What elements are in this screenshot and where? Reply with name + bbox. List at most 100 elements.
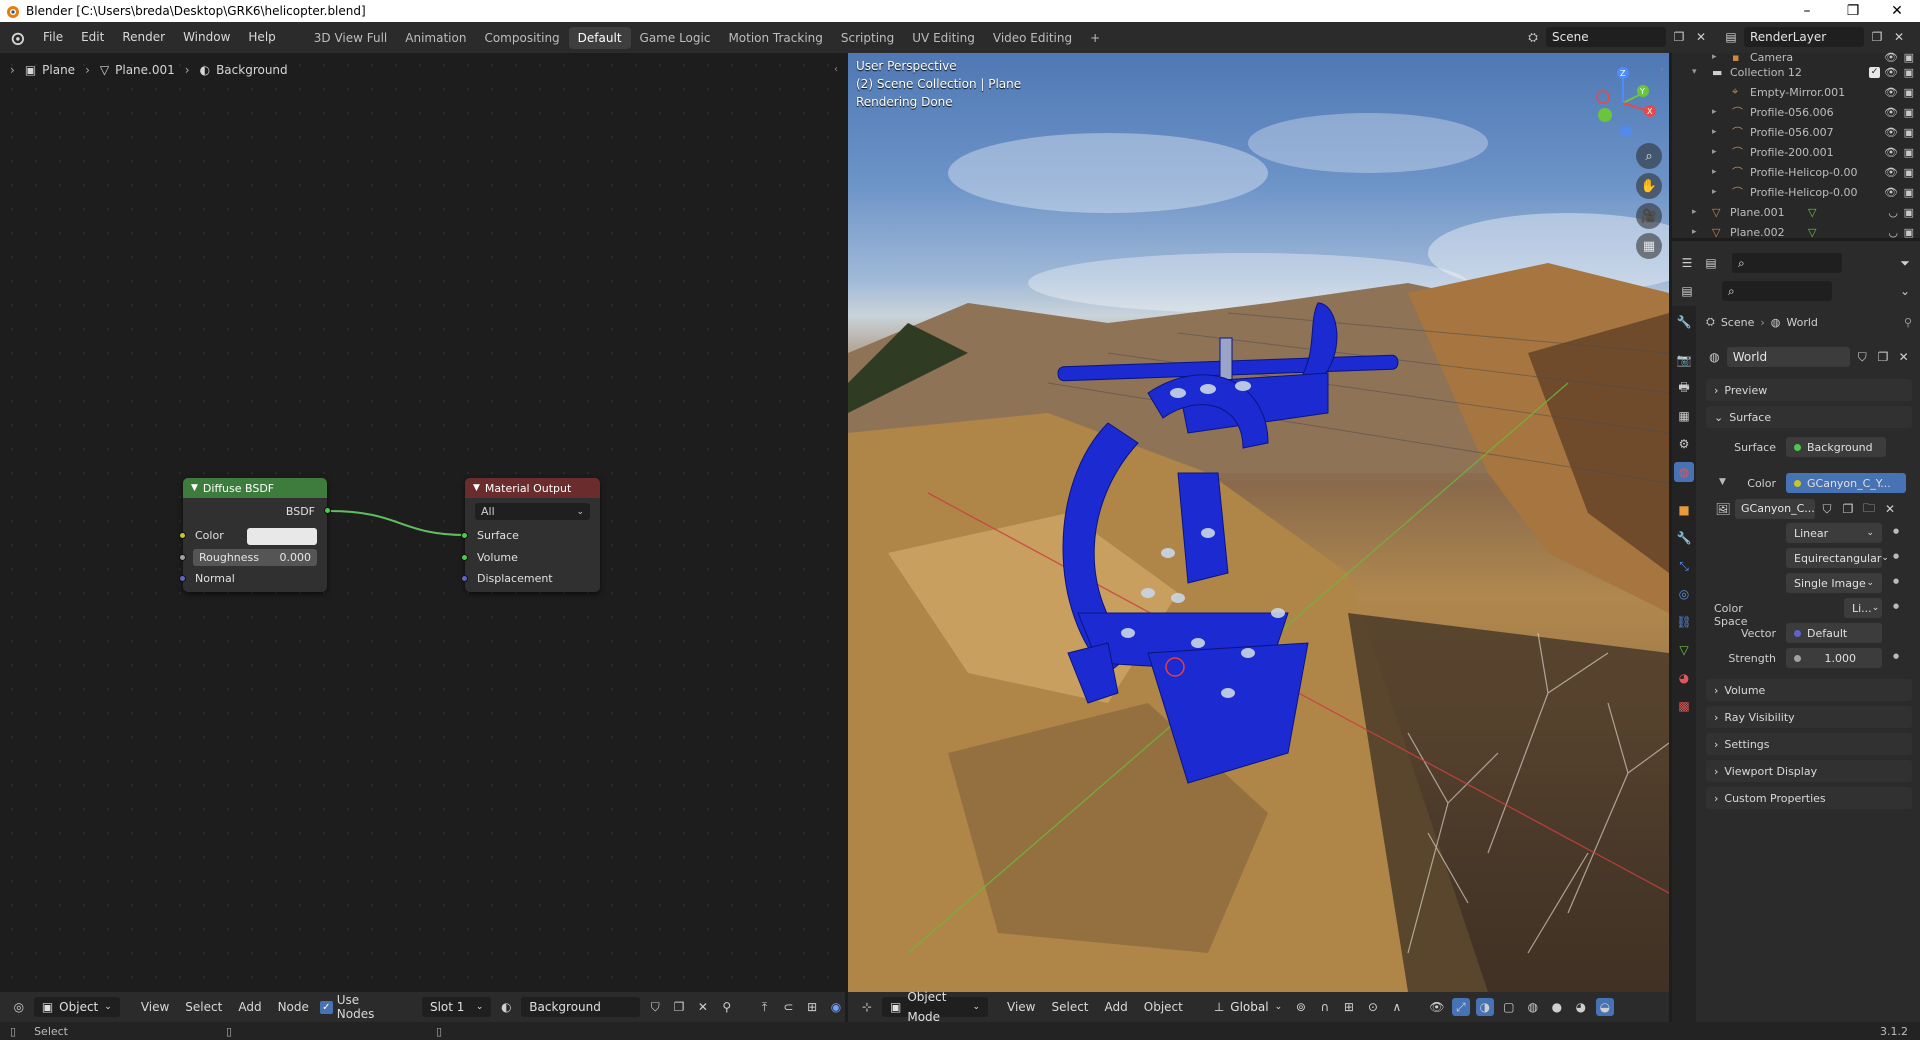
- visibility-icon[interactable]: 👁: [1428, 998, 1446, 1016]
- delete-scene-icon[interactable]: ✕: [1692, 28, 1710, 46]
- viewport-menu-object[interactable]: Object: [1139, 1000, 1188, 1014]
- scene-tab-icon[interactable]: ⚙: [1674, 434, 1694, 454]
- chevron-down-icon[interactable]: ⌄: [1896, 282, 1914, 300]
- panel-preview[interactable]: › Preview: [1706, 379, 1912, 401]
- panel-volume[interactable]: › Volume: [1706, 679, 1912, 701]
- display-mode-icon[interactable]: ▤: [1702, 254, 1720, 272]
- panel-custom-properties[interactable]: › Custom Properties: [1706, 787, 1912, 809]
- view-layer-tab-icon[interactable]: ▦: [1674, 406, 1694, 426]
- shading-rendered-icon[interactable]: ◒: [1595, 998, 1614, 1016]
- shader-node-editor[interactable]: [0, 53, 845, 992]
- node-menu-view[interactable]: View: [136, 1000, 174, 1014]
- interaction-mode-dropdown[interactable]: ▣ Object Mode ⌄: [882, 990, 988, 1024]
- pin-icon[interactable]: ⚲: [1904, 316, 1912, 329]
- node-menu-node[interactable]: Node: [273, 1000, 314, 1014]
- overlays-toggle-icon[interactable]: ◑: [1475, 998, 1494, 1016]
- camera-view-icon[interactable]: 🎥: [1636, 203, 1662, 229]
- transform-orientation-dropdown[interactable]: ⊥ Global ⌄: [1206, 997, 1286, 1017]
- outliner-row-profile-helicop-1[interactable]: ▸ ⌒ Profile-Helicop-0.00 👁 ▣: [1672, 162, 1920, 182]
- snap-icon[interactable]: ⊂: [779, 998, 797, 1016]
- new-image-icon[interactable]: ❐: [1839, 500, 1857, 518]
- material-name-field[interactable]: Background: [521, 997, 641, 1017]
- tool-tab-icon[interactable]: 🔧: [1674, 312, 1694, 332]
- output-target-dropdown[interactable]: All ⌄: [475, 503, 590, 520]
- use-nodes-toggle[interactable]: ✓ Use Nodes: [319, 993, 400, 1021]
- menu-window[interactable]: Window: [174, 22, 239, 53]
- scene-selector[interactable]: Scene: [1546, 27, 1666, 47]
- ortho-grid-icon[interactable]: ▦: [1636, 233, 1662, 259]
- outliner[interactable]: ▸ ▪ Camera 👁 ▣ ▾ ▬ Collection 12 ✓ 👁 ▣ ⌖ E…: [1672, 51, 1920, 239]
- panel-surface[interactable]: ⌄ Surface: [1706, 406, 1912, 428]
- minimize-button[interactable]: –: [1784, 0, 1830, 22]
- object-tab-icon[interactable]: ■: [1674, 500, 1694, 520]
- color-space-dropdown[interactable]: Li... ⌄: [1844, 598, 1882, 618]
- xray-toggle-icon[interactable]: ▢: [1500, 998, 1518, 1016]
- texture-tab-icon[interactable]: ▩: [1674, 696, 1694, 716]
- outliner-row-profile-200-001[interactable]: ▸ ⌒ Profile-200.001 👁 ▣: [1672, 142, 1920, 162]
- collapse-tool-panel-icon[interactable]: ›: [1660, 64, 1664, 75]
- diffuse-bsdf-node[interactable]: ▼ Diffuse BSDF BSDF Color Roughness 0.00…: [179, 478, 331, 592]
- projection-dropdown[interactable]: Equirectangular ⌄: [1786, 548, 1889, 568]
- world-name-field[interactable]: World: [1726, 347, 1850, 367]
- menu-render[interactable]: Render: [113, 22, 174, 53]
- collection-exclude-checkbox[interactable]: ✓: [1869, 66, 1880, 78]
- workspace-tab-3d-view-full[interactable]: 3D View Full: [305, 27, 397, 49]
- normal-input-socket[interactable]: [179, 575, 186, 582]
- pin-icon[interactable]: ⚲: [718, 998, 736, 1016]
- workspace-tab-scripting[interactable]: Scripting: [832, 27, 903, 49]
- parent-node-tree-icon[interactable]: ⤒: [756, 998, 774, 1016]
- constraints-tab-icon[interactable]: ⛓: [1674, 612, 1694, 632]
- falloff-icon[interactable]: ∧: [1388, 998, 1406, 1016]
- particles-tab-icon[interactable]: ⤡: [1674, 556, 1694, 576]
- color-input-socket[interactable]: [179, 532, 186, 539]
- collapse-node-icon[interactable]: ▼: [473, 483, 480, 493]
- vector-field[interactable]: Default: [1786, 623, 1882, 643]
- workspace-tab-game-logic[interactable]: Game Logic: [631, 27, 720, 49]
- color-link-field[interactable]: GCanyon_C_Y...: [1786, 473, 1906, 493]
- delete-renderlayer-icon[interactable]: ✕: [1890, 28, 1908, 46]
- outliner-row-collection-12[interactable]: ▾ ▬ Collection 12 ✓ 👁 ▣: [1672, 62, 1920, 82]
- navigation-gizmo[interactable]: Z Y X: [1588, 63, 1658, 143]
- node-wrangler-icon[interactable]: ◉: [827, 998, 845, 1016]
- workspace-tab-animation[interactable]: Animation: [396, 27, 475, 49]
- node-menu-select[interactable]: Select: [180, 1000, 227, 1014]
- properties-search-field[interactable]: ⌕: [1722, 281, 1832, 301]
- workspace-tab-compositing[interactable]: Compositing: [475, 27, 568, 49]
- add-workspace-button[interactable]: +: [1081, 27, 1109, 49]
- image-browse-icon[interactable]: 🖼: [1714, 500, 1732, 518]
- world-browse-icon[interactable]: ◍: [1706, 348, 1723, 366]
- surface-shader-field[interactable]: Background: [1786, 437, 1886, 457]
- shading-wireframe-icon[interactable]: ◍: [1524, 998, 1542, 1016]
- collapse-sidebar-icon[interactable]: ‹: [834, 64, 838, 75]
- outliner-row-profile-056-006[interactable]: ▸ ⌒ Profile-056.006 👁 ▣: [1672, 102, 1920, 122]
- outliner-row-profile-helicop-2[interactable]: ▸ ⌒ Profile-Helicop-0.00 👁 ▣: [1672, 182, 1920, 202]
- breadcrumb-material[interactable]: ◐ Background: [200, 63, 288, 77]
- roughness-input-socket[interactable]: [179, 554, 186, 561]
- image-source-dropdown[interactable]: Single Image ⌄: [1786, 573, 1882, 593]
- material-browse-icon[interactable]: ◐: [497, 998, 515, 1016]
- renderlayer-selector[interactable]: RenderLayer: [1744, 27, 1864, 47]
- shading-solid-icon[interactable]: ●: [1548, 998, 1566, 1016]
- panel-viewport-display[interactable]: › Viewport Display: [1706, 760, 1912, 782]
- output-node-header[interactable]: ▼ Material Output: [465, 478, 600, 498]
- interpolation-dropdown[interactable]: Linear ⌄: [1786, 523, 1882, 543]
- shading-material-icon[interactable]: ◕: [1572, 998, 1590, 1016]
- menu-help[interactable]: Help: [239, 22, 284, 53]
- proportional-edit-icon[interactable]: ⊙: [1364, 998, 1382, 1016]
- snap-target-icon[interactable]: ⊞: [1340, 998, 1358, 1016]
- physics-tab-icon[interactable]: ◎: [1674, 584, 1694, 604]
- pivot-point-icon[interactable]: ⊚: [1292, 998, 1310, 1016]
- keyframe-dot-icon[interactable]: ●: [1893, 552, 1899, 560]
- material-output-node[interactable]: ▼ Material Output All ⌄ Surface Volume Di…: [461, 478, 600, 592]
- fake-user-shield-icon[interactable]: ⛉: [1854, 348, 1871, 366]
- menu-edit[interactable]: Edit: [72, 22, 113, 53]
- viewport-menu-add[interactable]: Add: [1100, 1000, 1133, 1014]
- panel-ray-visibility[interactable]: › Ray Visibility: [1706, 706, 1912, 728]
- material-slot-dropdown[interactable]: Slot 1 ⌄: [421, 997, 492, 1017]
- new-scene-icon[interactable]: ❐: [1670, 28, 1688, 46]
- color-swatch[interactable]: [247, 528, 317, 545]
- render-tab-icon[interactable]: 📷: [1674, 350, 1694, 370]
- workspace-tab-motion-tracking[interactable]: Motion Tracking: [719, 27, 831, 49]
- roughness-slider[interactable]: Roughness 0.000: [193, 549, 317, 566]
- zoom-icon[interactable]: ⌕: [1636, 143, 1662, 169]
